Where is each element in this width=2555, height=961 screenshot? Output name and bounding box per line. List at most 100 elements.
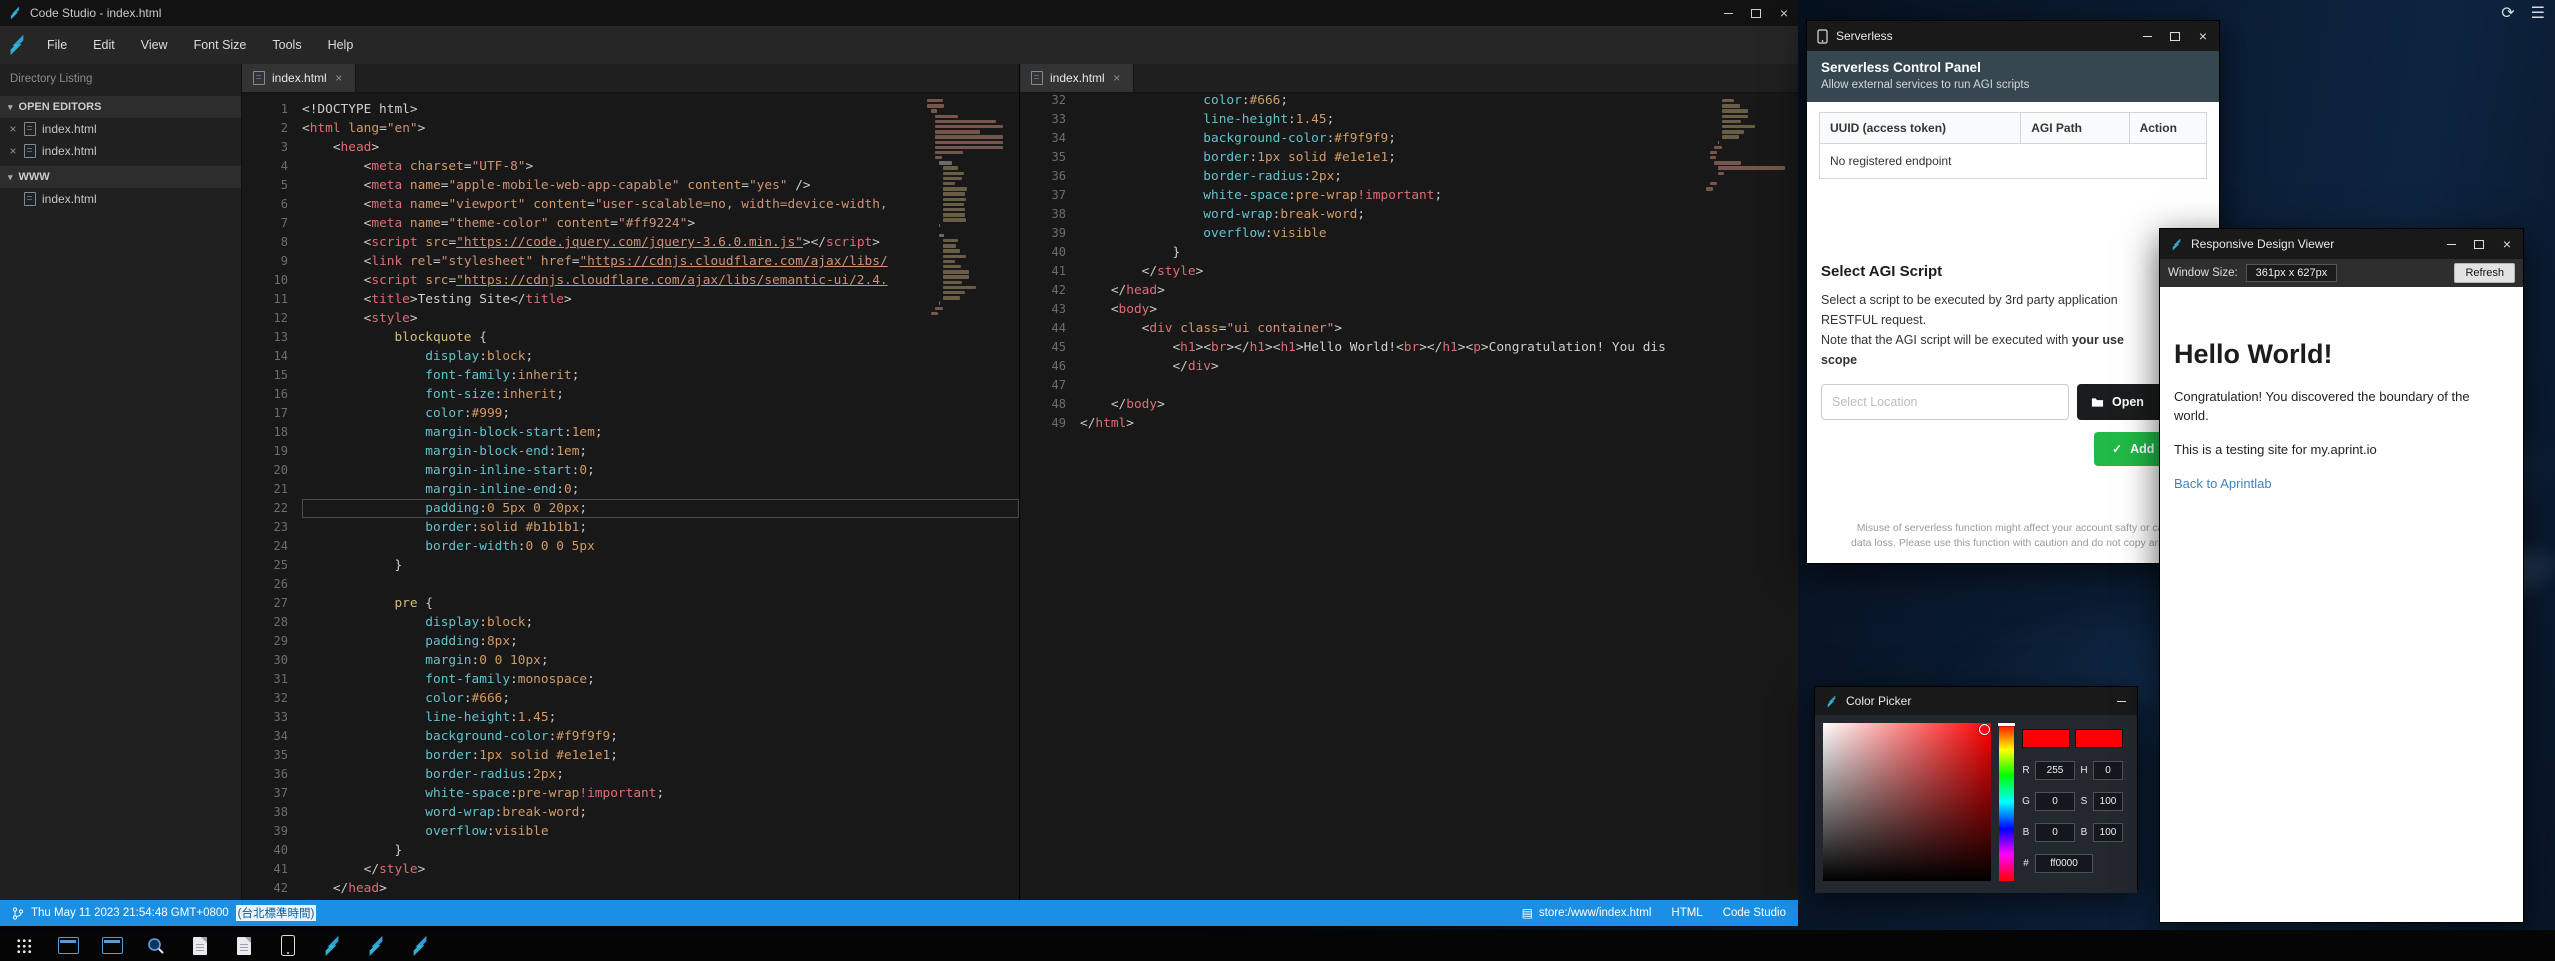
code-line[interactable]: 16 font-size:inherit; [242, 385, 1019, 404]
code-line[interactable]: 35 border:1px solid #e1e1e1; [1020, 148, 1798, 167]
code-line[interactable]: 43 <body> [1020, 300, 1798, 319]
minimize-button[interactable] [2141, 30, 2153, 42]
menu-item-tools[interactable]: Tools [259, 26, 314, 64]
tab-index-html[interactable]: index.html × [242, 64, 356, 92]
select-location-input[interactable] [1821, 384, 2069, 420]
close-file-icon[interactable]: × [8, 122, 18, 136]
menu-item-edit[interactable]: Edit [80, 26, 128, 64]
close-button[interactable]: × [1778, 7, 1790, 19]
search-icon[interactable] [144, 934, 168, 958]
code-line[interactable]: 31 font-family:monospace; [242, 670, 1019, 689]
code-line[interactable]: 34 background-color:#f9f9f9; [1020, 129, 1798, 148]
code-line[interactable]: 3 <head> [242, 138, 1019, 157]
code-line[interactable]: 44 <div class="ui container"> [1020, 319, 1798, 338]
code-line[interactable]: 15 font-family:inherit; [242, 366, 1019, 385]
minimap[interactable] [927, 99, 1011, 317]
phone-app-icon[interactable] [276, 934, 300, 958]
menu-item-view[interactable]: View [128, 26, 181, 64]
green-value-field[interactable]: 0 [2035, 792, 2075, 811]
saturation-field[interactable] [1823, 723, 1991, 881]
menu-item-file[interactable]: File [34, 26, 80, 64]
code-line[interactable]: 41 </style> [1020, 262, 1798, 281]
code-line[interactable]: 48 </body> [1020, 395, 1798, 414]
close-tab-icon[interactable]: × [334, 71, 344, 85]
code-line[interactable]: 37 white-space:pre-wrap!important; [242, 784, 1019, 803]
code-line[interactable]: 25 } [242, 556, 1019, 575]
code-line[interactable]: 1<!DOCTYPE html> [242, 100, 1019, 119]
refresh-icon[interactable]: ⟳ [2501, 3, 2514, 23]
code-line[interactable]: 32 color:#666; [1020, 93, 1798, 110]
status-language[interactable]: HTML [1671, 907, 1702, 919]
code-editor[interactable]: 1<!DOCTYPE html>2<html lang="en">3 <head… [242, 93, 1019, 900]
code-line[interactable]: 24 border-width:0 0 0 5px [242, 537, 1019, 556]
code-line[interactable]: 20 margin-inline-start:0; [242, 461, 1019, 480]
code-line[interactable]: 27 pre { [242, 594, 1019, 613]
code-line[interactable]: 34 background-color:#f9f9f9; [242, 727, 1019, 746]
sidebar-item-www-index[interactable]: index.html [0, 188, 241, 210]
code-editor[interactable]: 32 color:#666;33 line-height:1.45;34 bac… [1020, 93, 1798, 900]
previous-color-swatch[interactable] [2075, 729, 2123, 748]
sidebar-item-open-editor-2[interactable]: × index.html [0, 140, 241, 162]
saturation-cursor[interactable] [1979, 724, 1990, 735]
code-line[interactable]: 28 display:block; [242, 613, 1019, 632]
maximize-button[interactable] [2473, 238, 2485, 250]
code-line[interactable]: 6 <meta name="viewport" content="user-sc… [242, 195, 1019, 214]
minimize-button[interactable] [2445, 238, 2457, 250]
brightness-value-field[interactable]: 100 [2093, 823, 2123, 842]
code-line[interactable]: 9 <link rel="stylesheet" href="https://c… [242, 252, 1019, 271]
saturation-value-field[interactable]: 100 [2093, 792, 2123, 811]
code-line[interactable]: 37 white-space:pre-wrap!important; [1020, 186, 1798, 205]
close-file-icon[interactable]: × [8, 144, 18, 158]
app-grid-icon[interactable] [12, 934, 36, 958]
red-value-field[interactable]: 255 [2035, 761, 2075, 780]
code-line[interactable]: 2<html lang="en"> [242, 119, 1019, 138]
code-line[interactable]: 23 border:solid #b1b1b1; [242, 518, 1019, 537]
code-line[interactable]: 35 border:1px solid #e1e1e1; [242, 746, 1019, 765]
hue-value-field[interactable]: 0 [2093, 761, 2123, 780]
code-line[interactable]: 12 <style> [242, 309, 1019, 328]
code-studio-icon[interactable] [320, 934, 344, 958]
code-line[interactable]: 4 <meta charset="UTF-8"> [242, 157, 1019, 176]
code-line[interactable]: 33 line-height:1.45; [242, 708, 1019, 727]
maximize-button[interactable] [2169, 30, 2181, 42]
maximize-button[interactable] [1750, 7, 1762, 19]
menu-item-help[interactable]: Help [315, 26, 367, 64]
code-studio-icon[interactable] [364, 934, 388, 958]
code-line[interactable]: 11 <title>Testing Site</title> [242, 290, 1019, 309]
window-app-icon[interactable] [56, 934, 80, 958]
back-to-aprintlab-link[interactable]: Back to Aprintlab [2174, 476, 2272, 491]
code-line[interactable]: 21 margin-inline-end:0; [242, 480, 1019, 499]
close-button[interactable]: × [2197, 30, 2209, 42]
code-line[interactable]: 26 [242, 575, 1019, 594]
code-line[interactable]: 30 margin:0 0 10px; [242, 651, 1019, 670]
code-line[interactable]: 39 overflow:visible [1020, 224, 1798, 243]
code-line[interactable]: 40 } [1020, 243, 1798, 262]
menu-icon[interactable]: ☰ [2531, 3, 2545, 23]
code-line[interactable]: 7 <meta name="theme-color" content="#ff9… [242, 214, 1019, 233]
refresh-button[interactable]: Refresh [2454, 263, 2515, 283]
code-line[interactable]: 17 color:#999; [242, 404, 1019, 423]
code-line[interactable]: 36 border-radius:2px; [242, 765, 1019, 784]
code-line[interactable]: 42 </head> [242, 879, 1019, 898]
tab-index-html[interactable]: index.html × [1020, 64, 1134, 92]
code-line[interactable]: 32 color:#666; [242, 689, 1019, 708]
code-line[interactable]: 47 [1020, 376, 1798, 395]
code-line[interactable]: 36 border-radius:2px; [1020, 167, 1798, 186]
code-line[interactable]: 14 display:block; [242, 347, 1019, 366]
hue-slider-handle[interactable] [1998, 723, 2015, 726]
code-line[interactable]: 22 padding:0 5px 0 20px; [242, 499, 1019, 518]
code-line[interactable]: 41 </style> [242, 860, 1019, 879]
minimap[interactable] [1706, 99, 1790, 192]
code-line[interactable]: 29 padding:8px; [242, 632, 1019, 651]
code-line[interactable]: 33 line-height:1.45; [1020, 110, 1798, 129]
code-line[interactable]: 45 <h1><br></h1><h1>Hello World!<br></h1… [1020, 338, 1798, 357]
code-line[interactable]: 13 blockquote { [242, 328, 1019, 347]
document-app-icon[interactable] [232, 934, 256, 958]
sidebar-section-www[interactable]: ▾ WWW [0, 166, 241, 188]
code-studio-icon[interactable] [408, 934, 432, 958]
blue-value-field[interactable]: 0 [2035, 823, 2075, 842]
code-line[interactable]: 18 margin-block-start:1em; [242, 423, 1019, 442]
code-line[interactable]: 46 </div> [1020, 357, 1798, 376]
close-tab-icon[interactable]: × [1112, 71, 1122, 85]
code-line[interactable]: 8 <script src="https://code.jquery.com/j… [242, 233, 1019, 252]
